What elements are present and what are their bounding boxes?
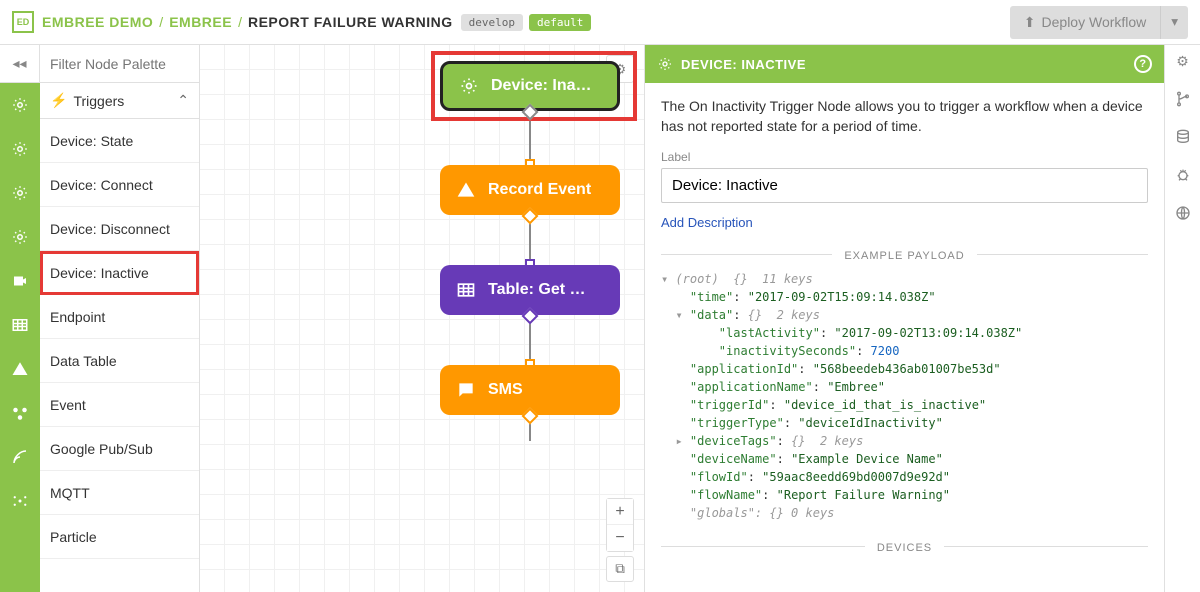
inspector-title: DEVICE: INACTIVE: [681, 57, 806, 72]
rail-trigger-icon[interactable]: [0, 127, 40, 171]
rail-trigger-icon[interactable]: [0, 83, 40, 127]
deploy-group: ⬆ Deploy Workflow ▾: [1010, 6, 1188, 39]
deploy-caret-button[interactable]: ▾: [1160, 6, 1188, 39]
breadcrumb-app[interactable]: EMBREE: [169, 14, 232, 30]
bug-icon[interactable]: [1173, 165, 1193, 185]
node-palette: ⚡ Triggers ⌃ Device: State Device: Conne…: [40, 45, 200, 592]
help-icon[interactable]: ?: [1134, 55, 1152, 73]
branch-chip[interactable]: develop: [461, 14, 523, 31]
icon-rail: ◂◂: [0, 45, 40, 592]
zoom-out-button[interactable]: −: [607, 525, 633, 551]
example-payload-divider: EXAMPLE PAYLOAD: [661, 246, 1148, 262]
inspector-description: The On Inactivity Trigger Node allows yo…: [661, 97, 1148, 136]
fit-view-button[interactable]: ⧉: [606, 556, 634, 582]
palette-item-device-inactive[interactable]: Device: Inactive: [40, 251, 199, 295]
caret-down-icon: ▾: [1171, 14, 1178, 29]
palette-item-particle[interactable]: Particle: [40, 515, 199, 559]
palette-item-endpoint[interactable]: Endpoint: [40, 295, 199, 339]
palette-item-event[interactable]: Event: [40, 383, 199, 427]
gear-icon[interactable]: ⚙: [1173, 51, 1193, 71]
warn-triangle-icon: [456, 180, 476, 200]
palette-item-device-state[interactable]: Device: State: [40, 119, 199, 163]
deploy-label: Deploy Workflow: [1042, 14, 1147, 30]
node-label: Record Event: [488, 181, 591, 199]
globe-icon[interactable]: [1173, 203, 1193, 223]
app-logo: ED: [12, 11, 34, 33]
right-rail: ⚙: [1164, 45, 1200, 592]
workflow-canvas[interactable]: ⚙ + − ⧉ Device: Ina… Record Event: [200, 45, 644, 592]
example-payload-json: ▾ (root) {} 11 keys "time": "2017-09-02T…: [661, 270, 1148, 522]
chevron-left-icon: ◂◂: [12, 55, 26, 72]
palette-item-google-pubsub[interactable]: Google Pub/Sub: [40, 427, 199, 471]
label-input[interactable]: [661, 168, 1148, 203]
add-description-link[interactable]: Add Description: [661, 215, 1148, 230]
database-icon[interactable]: [1173, 127, 1193, 147]
gear-icon: [657, 56, 673, 72]
table-icon: [456, 280, 476, 300]
zoom-in-button[interactable]: +: [607, 499, 633, 525]
rail-particle-icon[interactable]: [0, 479, 40, 523]
triggers-label: Triggers: [73, 93, 124, 109]
inspector-panel: DEVICE: INACTIVE ? The On Inactivity Tri…: [644, 45, 1164, 592]
rail-endpoint-icon[interactable]: [0, 259, 40, 303]
node-label: Device: Ina…: [491, 77, 591, 95]
breadcrumb-org[interactable]: EMBREE DEMO: [42, 14, 153, 30]
breadcrumb-sep: /: [159, 14, 163, 30]
example-payload-label: EXAMPLE PAYLOAD: [832, 250, 976, 262]
zoom-controls: + −: [606, 498, 634, 552]
rail-pubsub-icon[interactable]: [0, 391, 40, 435]
breadcrumb-sep: /: [238, 14, 242, 30]
node-label: SMS: [488, 381, 523, 399]
rail-mqtt-icon[interactable]: [0, 435, 40, 479]
chevron-up-icon: ⌃: [177, 92, 189, 109]
palette-item-mqtt[interactable]: MQTT: [40, 471, 199, 515]
rail-trigger-icon[interactable]: [0, 215, 40, 259]
rail-trigger-icon[interactable]: [0, 171, 40, 215]
palette-item-device-disconnect[interactable]: Device: Disconnect: [40, 207, 199, 251]
breadcrumb-workflow: REPORT FAILURE WARNING: [248, 14, 453, 30]
bolt-icon: ⚡: [50, 92, 67, 109]
palette-item-device-connect[interactable]: Device: Connect: [40, 163, 199, 207]
palette-item-data-table[interactable]: Data Table: [40, 339, 199, 383]
label-field-label: Label: [661, 150, 1148, 164]
triggers-section-header[interactable]: ⚡ Triggers ⌃: [40, 83, 199, 119]
devices-label: DEVICES: [865, 542, 944, 554]
inspector-header: DEVICE: INACTIVE ?: [645, 45, 1164, 83]
node-label: Table: Get …: [488, 281, 586, 299]
collapse-palette-button[interactable]: ◂◂: [0, 45, 40, 83]
default-chip: default: [529, 14, 591, 31]
rail-table-icon[interactable]: [0, 303, 40, 347]
chat-icon: [456, 380, 476, 400]
palette-filter-input[interactable]: [40, 45, 199, 83]
branch-icon[interactable]: [1173, 89, 1193, 109]
deploy-button[interactable]: ⬆ Deploy Workflow: [1010, 6, 1161, 39]
gear-icon: [459, 76, 479, 96]
devices-divider: DEVICES: [661, 538, 1148, 554]
rail-event-icon[interactable]: [0, 347, 40, 391]
topbar: ED EMBREE DEMO / EMBREE / REPORT FAILURE…: [0, 0, 1200, 45]
upload-icon: ⬆: [1024, 14, 1036, 31]
